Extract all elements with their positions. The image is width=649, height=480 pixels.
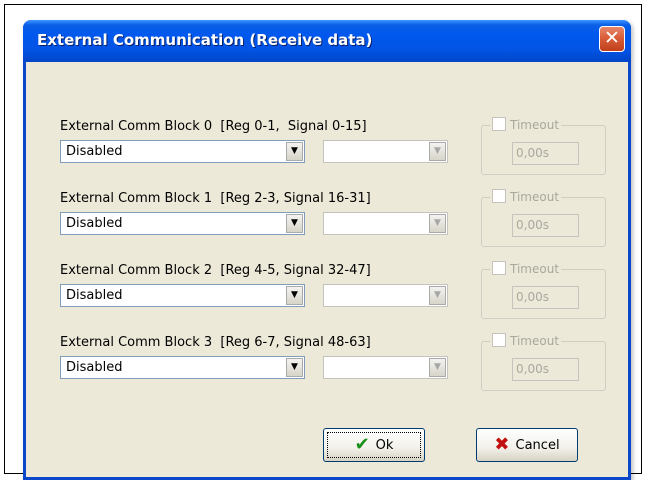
cancel-button[interactable]: ✖ Cancel bbox=[476, 428, 578, 462]
dialog-window: External Communication (Receive data) ✕ … bbox=[23, 20, 631, 480]
block-3-timeout-input[interactable]: 0,00s bbox=[512, 358, 579, 381]
block-2-mode-select[interactable]: Disabled ▼ bbox=[60, 284, 305, 307]
close-icon: ✕ bbox=[604, 27, 620, 49]
block-0-timeout-input[interactable]: 0,00s bbox=[512, 142, 579, 165]
block-2-timeout-label: Timeout bbox=[510, 262, 560, 276]
block-3-sub-select[interactable]: ▼ bbox=[323, 356, 448, 379]
block-2-timeout-group: Timeout 0,00s bbox=[481, 261, 606, 319]
block-3-timeout-label: Timeout bbox=[510, 334, 560, 348]
checkmark-icon: ✔ bbox=[354, 434, 370, 455]
block-1-mode-select[interactable]: Disabled ▼ bbox=[60, 212, 305, 235]
block-1-sub-select[interactable]: ▼ bbox=[323, 212, 448, 235]
block-3-timeout-checkbox[interactable] bbox=[492, 333, 506, 347]
block-1-timeout-checkbox[interactable] bbox=[492, 189, 506, 203]
ok-button-content: ✔ Ok bbox=[327, 432, 421, 458]
chevron-down-icon[interactable]: ▼ bbox=[286, 142, 303, 161]
block-0-timeout-legend: Timeout bbox=[490, 117, 562, 132]
block-3-mode-select[interactable]: Disabled ▼ bbox=[60, 356, 305, 379]
chevron-down-icon[interactable]: ▼ bbox=[429, 358, 446, 377]
block-1-mode-value: Disabled bbox=[66, 216, 123, 231]
block-3-mode-value: Disabled bbox=[66, 360, 123, 375]
block-2-timeout-legend: Timeout bbox=[490, 261, 562, 276]
block-1-timeout-group: Timeout 0,00s bbox=[481, 189, 606, 247]
block-2-label: External Comm Block 2 [Reg 4-5, Signal 3… bbox=[60, 263, 371, 278]
block-0-timeout-checkbox[interactable] bbox=[492, 117, 506, 131]
ok-button-label: Ok bbox=[375, 437, 394, 453]
chevron-down-icon[interactable]: ▼ bbox=[286, 214, 303, 233]
window-title: External Communication (Receive data) bbox=[37, 31, 373, 49]
block-1-timeout-legend: Timeout bbox=[490, 189, 562, 204]
block-0-sub-select[interactable]: ▼ bbox=[323, 140, 448, 163]
chevron-down-icon[interactable]: ▼ bbox=[286, 286, 303, 305]
block-2-mode-value: Disabled bbox=[66, 288, 123, 303]
block-0-label: External Comm Block 0 [Reg 0-1, Signal 0… bbox=[60, 119, 367, 134]
close-button[interactable]: ✕ bbox=[599, 26, 625, 52]
chevron-down-icon[interactable]: ▼ bbox=[429, 286, 446, 305]
block-1-timeout-label: Timeout bbox=[510, 190, 560, 204]
cancel-button-content: ✖ Cancel bbox=[480, 432, 574, 458]
block-0-timeout-group: Timeout 0,00s bbox=[481, 117, 606, 175]
chevron-down-icon[interactable]: ▼ bbox=[429, 142, 446, 161]
title-bar[interactable]: External Communication (Receive data) ✕ bbox=[23, 20, 631, 62]
block-1-label: External Comm Block 1 [Reg 2-3, Signal 1… bbox=[60, 191, 371, 206]
cancel-button-label: Cancel bbox=[515, 437, 560, 453]
chevron-down-icon[interactable]: ▼ bbox=[286, 358, 303, 377]
block-3-label: External Comm Block 3 [Reg 6-7, Signal 4… bbox=[60, 335, 371, 350]
chevron-down-icon[interactable]: ▼ bbox=[429, 214, 446, 233]
block-1-timeout-input[interactable]: 0,00s bbox=[512, 214, 579, 237]
block-2-timeout-input[interactable]: 0,00s bbox=[512, 286, 579, 309]
x-icon: ✖ bbox=[494, 434, 510, 455]
block-2-sub-select[interactable]: ▼ bbox=[323, 284, 448, 307]
block-2-timeout-checkbox[interactable] bbox=[492, 261, 506, 275]
block-3-timeout-group: Timeout 0,00s bbox=[481, 333, 606, 391]
ok-button[interactable]: ✔ Ok bbox=[323, 428, 425, 462]
block-3-timeout-legend: Timeout bbox=[490, 333, 562, 348]
block-0-timeout-label: Timeout bbox=[510, 118, 560, 132]
block-0-mode-value: Disabled bbox=[66, 144, 123, 159]
block-0-mode-select[interactable]: Disabled ▼ bbox=[60, 140, 305, 163]
dialog-body: External Comm Block 0 [Reg 0-1, Signal 0… bbox=[26, 62, 628, 480]
